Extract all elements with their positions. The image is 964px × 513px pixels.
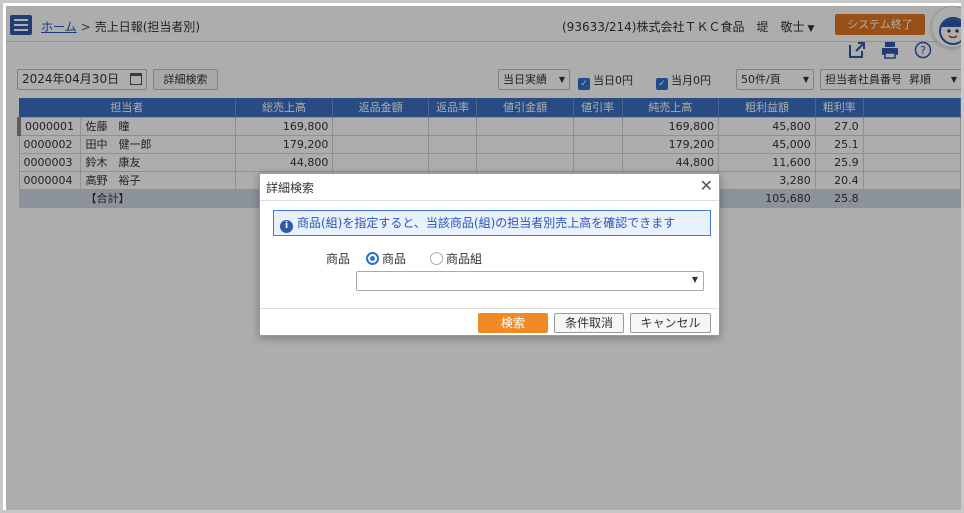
cancel-button[interactable]: キャンセル [630, 313, 711, 333]
radio-product[interactable]: 商品 [366, 250, 406, 267]
radio-product-group[interactable]: 商品組 [430, 250, 482, 267]
info-text: 商品(組)を指定すると、当該商品(組)の担当者別売上高を確認できます [297, 216, 676, 230]
divider [260, 200, 719, 201]
clear-conditions-button[interactable]: 条件取消 [554, 313, 624, 333]
chevron-down-icon: ▼ [691, 275, 698, 284]
search-button[interactable]: 検索 [478, 313, 548, 333]
app-window: ホーム > 売上日報(担当者別) (93633/214)株式会社ＴＫＣ食品 堤 敬士… [0, 0, 964, 513]
product-dropdown[interactable]: ▼ [356, 271, 704, 291]
close-icon[interactable]: ✕ [700, 176, 713, 195]
product-label: 商品 [326, 252, 351, 266]
info-icon: i [280, 220, 293, 233]
info-message: i 商品(組)を指定すると、当該商品(組)の担当者別売上高を確認できます [273, 210, 711, 236]
dialog-title: 詳細検索 [266, 181, 315, 195]
radio-selected-icon [366, 252, 379, 265]
radio-unselected-icon [430, 252, 443, 265]
radio-group-label: 商品組 [446, 252, 483, 266]
advanced-search-dialog: 詳細検索 ✕ i 商品(組)を指定すると、当該商品(組)の担当者別売上高を確認でき… [259, 173, 720, 336]
radio-product-label: 商品 [382, 252, 407, 266]
divider [260, 308, 719, 309]
